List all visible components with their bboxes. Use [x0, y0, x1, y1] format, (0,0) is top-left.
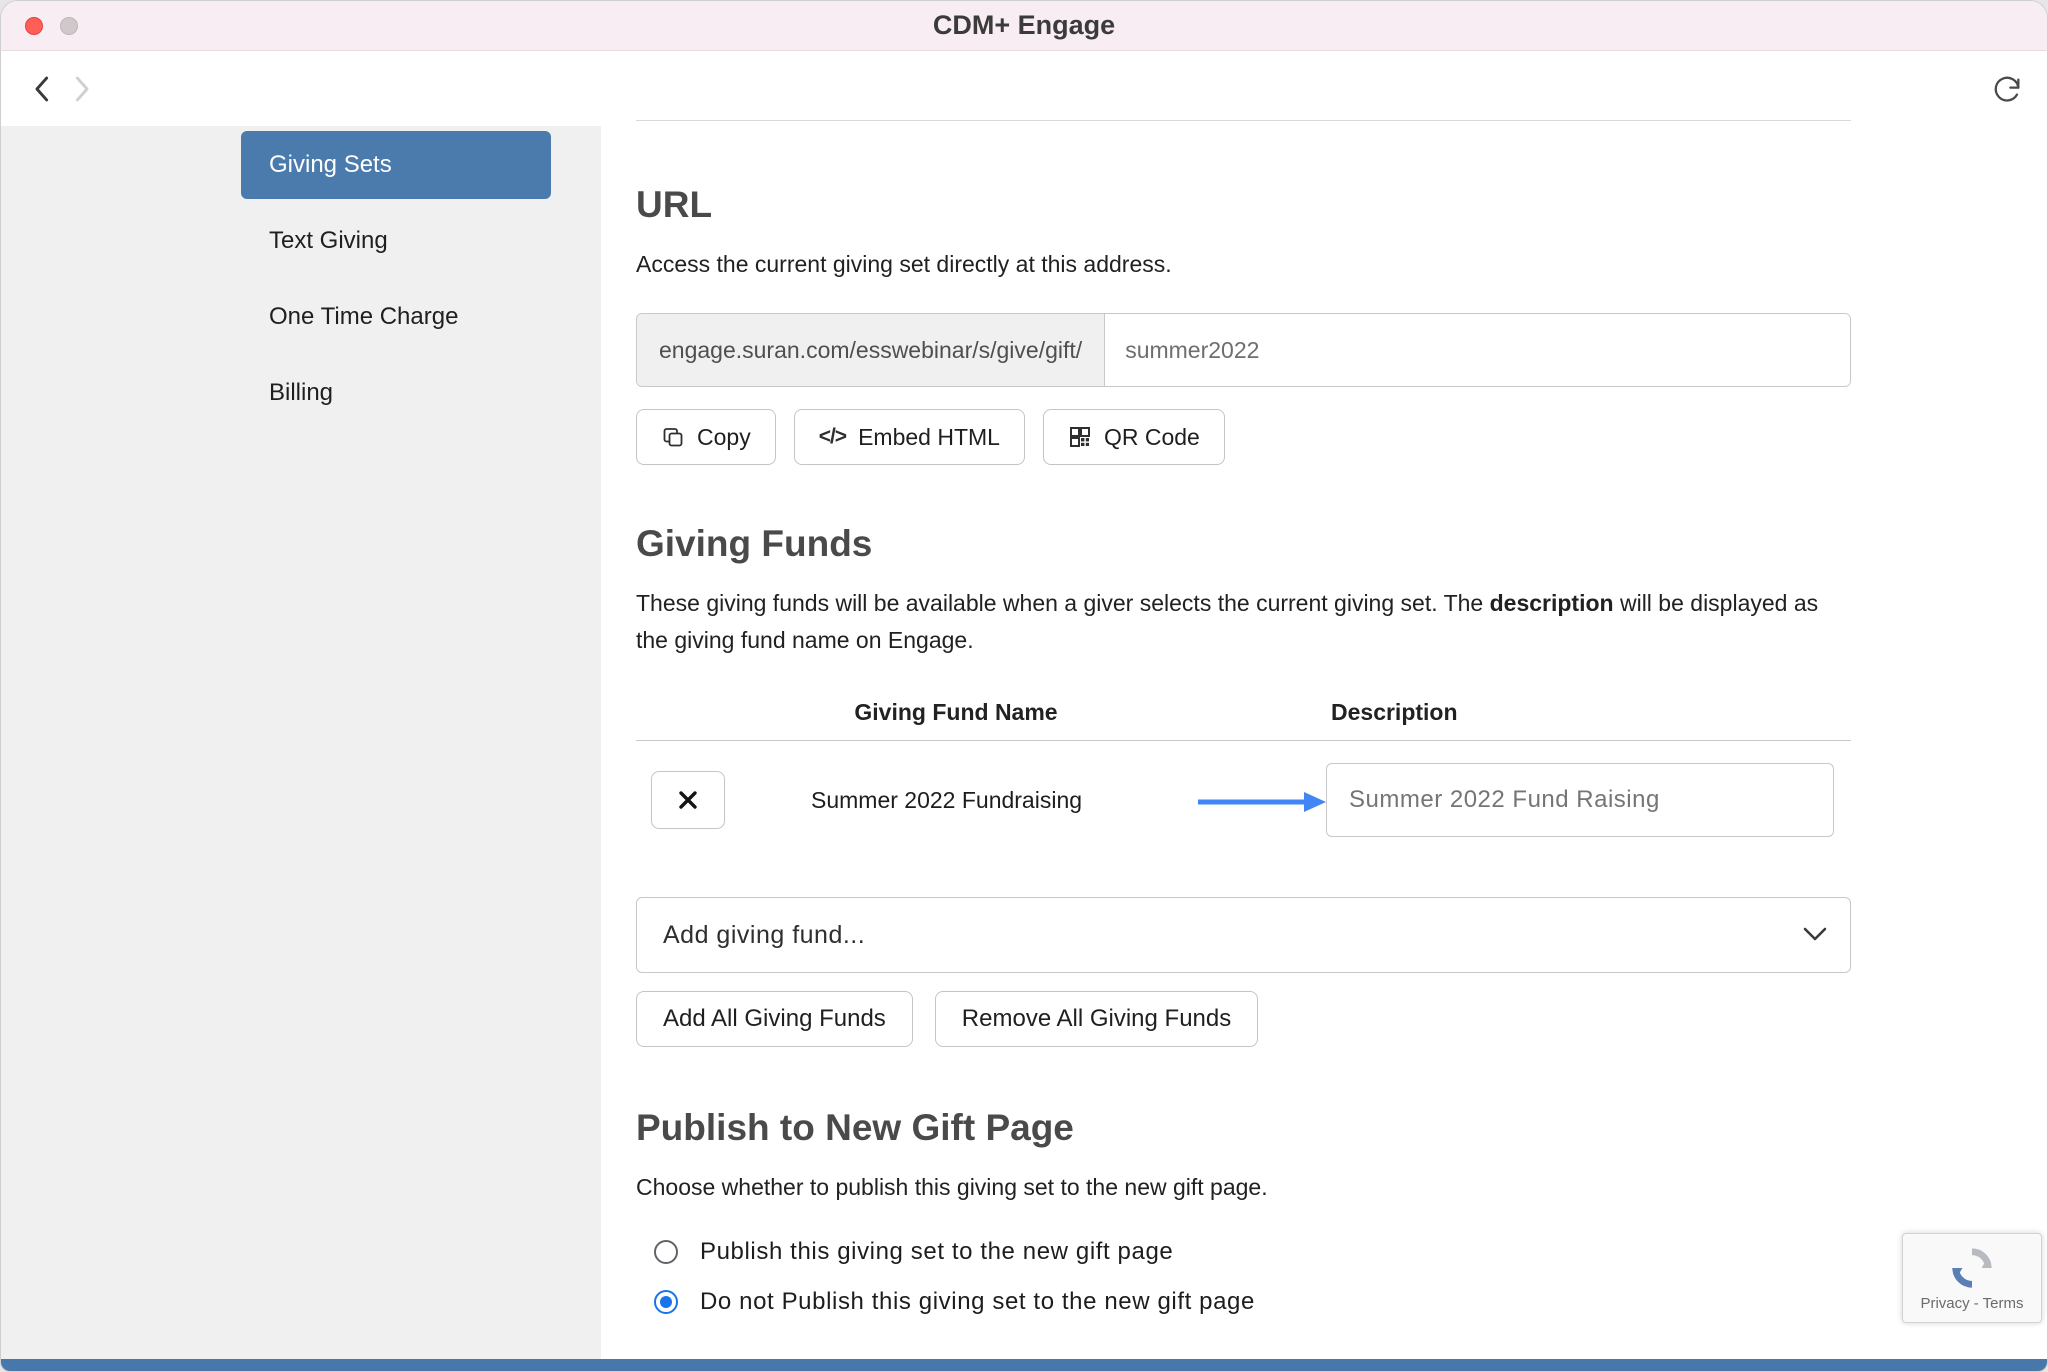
radio-unselected-icon[interactable] [654, 1240, 678, 1264]
close-window-button[interactable] [25, 17, 43, 35]
sidebar-item-label: Billing [269, 379, 333, 407]
qr-code-icon [1068, 425, 1092, 449]
sidebar-item-text-giving[interactable]: Text Giving [241, 207, 551, 275]
refresh-button[interactable] [1987, 69, 2027, 109]
add-giving-fund-select[interactable]: Add giving fund... [636, 897, 1851, 973]
code-icon: </> [819, 425, 846, 449]
qr-code-button[interactable]: QR Code [1043, 409, 1225, 465]
fund-bulk-actions: Add All Giving Funds Remove All Giving F… [636, 991, 1851, 1047]
window-bottom-accent-bar [1, 1359, 2047, 1371]
app-window: CDM+ Engage Giving Sets Text Giving One … [0, 0, 2048, 1372]
embed-button-label: Embed HTML [858, 424, 1000, 451]
back-chevron-icon [28, 72, 58, 106]
giving-set-url-group: engage.suran.com/esswebinar/s/give/gift/ [636, 313, 1851, 387]
minimize-window-button[interactable] [60, 17, 78, 35]
copy-button-label: Copy [697, 424, 751, 451]
embed-html-button[interactable]: </> Embed HTML [794, 409, 1025, 465]
scrolled-element-edge [636, 120, 1851, 121]
settings-sidebar: Giving Sets Text Giving One Time Charge … [241, 131, 551, 435]
funds-table-header: Giving Fund Name Description [636, 699, 1851, 741]
fund-description-input[interactable] [1326, 763, 1834, 837]
refresh-icon [1991, 73, 2023, 105]
add-all-giving-funds-button[interactable]: Add All Giving Funds [636, 991, 913, 1047]
description-text: These giving funds will be available whe… [636, 590, 1490, 616]
url-slug-input[interactable] [1105, 314, 1850, 386]
sidebar-item-billing[interactable]: Billing [241, 359, 551, 427]
window-title: CDM+ Engage [933, 10, 1115, 41]
chevron-down-icon [1802, 924, 1828, 944]
url-section-heading: URL [636, 184, 1851, 226]
remove-all-label: Remove All Giving Funds [962, 1005, 1231, 1033]
url-prefix: engage.suran.com/esswebinar/s/give/gift/ [637, 314, 1105, 386]
description-bold-text: description [1490, 590, 1614, 616]
publish-section-heading: Publish to New Gift Page [636, 1107, 1851, 1149]
remove-fund-button[interactable] [651, 771, 725, 829]
add-all-label: Add All Giving Funds [663, 1005, 886, 1033]
column-header-description: Description [1331, 699, 1458, 726]
forward-button[interactable] [61, 69, 101, 109]
remove-all-giving-funds-button[interactable]: Remove All Giving Funds [935, 991, 1258, 1047]
back-button[interactable] [23, 69, 63, 109]
giving-funds-description: These giving funds will be available whe… [636, 585, 1851, 659]
sidebar-item-one-time-charge[interactable]: One Time Charge [241, 283, 551, 351]
recaptcha-privacy-terms[interactable]: Privacy - Terms [1920, 1295, 2023, 1312]
recaptcha-badge[interactable]: Privacy - Terms [1902, 1233, 2042, 1323]
fund-name: Summer 2022 Fundraising [811, 763, 1082, 837]
title-bar: CDM+ Engage [1, 1, 2047, 51]
radio-do-not-publish-gift-page[interactable]: Do not Publish this giving set to the ne… [636, 1282, 1851, 1322]
pointer-arrow-icon [1196, 789, 1326, 815]
qr-button-label: QR Code [1104, 424, 1200, 451]
publish-section-description: Choose whether to publish this giving se… [636, 1169, 1851, 1206]
sidebar-item-label: Text Giving [269, 227, 388, 255]
sidebar-item-label: Giving Sets [269, 151, 392, 179]
recaptcha-logo-icon [1949, 1245, 1995, 1291]
giving-set-settings: URL Access the current giving set direct… [636, 126, 1851, 1322]
sidebar-item-giving-sets[interactable]: Giving Sets [241, 131, 551, 199]
publish-options: Publish this giving set to the new gift … [636, 1232, 1851, 1322]
radio-label: Do not Publish this giving set to the ne… [700, 1288, 1255, 1316]
remove-x-icon [676, 788, 700, 812]
url-section-description: Access the current giving set directly a… [636, 246, 1851, 283]
forward-chevron-icon [66, 72, 96, 106]
copy-icon [661, 425, 685, 449]
url-actions: Copy </> Embed HTML QR Code [636, 409, 1851, 465]
radio-selected-icon[interactable] [654, 1290, 678, 1314]
sidebar-item-label: One Time Charge [269, 303, 458, 331]
giving-funds-heading: Giving Funds [636, 523, 1851, 565]
radio-publish-gift-page[interactable]: Publish this giving set to the new gift … [636, 1232, 1851, 1272]
radio-label: Publish this giving set to the new gift … [700, 1238, 1173, 1266]
copy-url-button[interactable]: Copy [636, 409, 776, 465]
column-header-giving-fund-name: Giving Fund Name [806, 699, 1106, 726]
fund-table-row: Summer 2022 Fundraising [636, 741, 1851, 865]
navigation-toolbar [1, 51, 2047, 126]
add-giving-fund-placeholder: Add giving fund... [663, 921, 865, 950]
window-controls [25, 1, 78, 51]
